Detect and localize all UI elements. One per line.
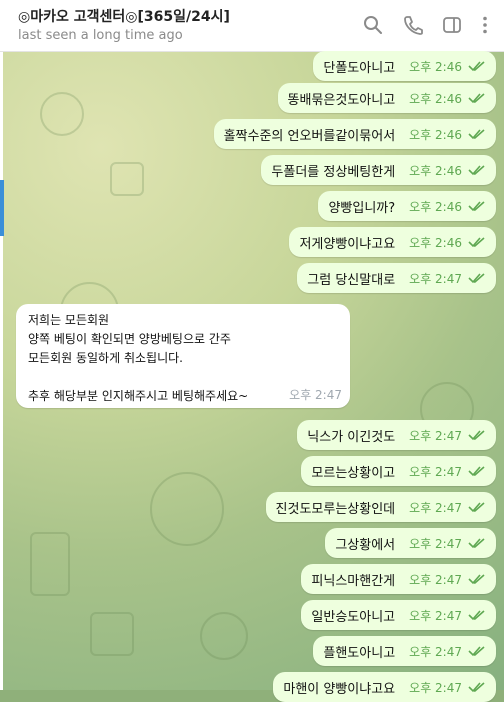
- message-time: 오후 2:47: [409, 644, 462, 659]
- double-check-icon: [468, 129, 485, 140]
- message-time: 오후 2:47: [409, 536, 462, 551]
- last-seen-status: last seen a long time ago: [18, 28, 183, 43]
- message-time: 오후 2:46: [409, 163, 462, 178]
- message-line: 모든회원 동일하게 취소됩니다.: [28, 351, 183, 365]
- message-text: 그럼 당신말대로: [307, 272, 396, 288]
- message-text: 플핸도아니고: [323, 645, 396, 661]
- phone-icon[interactable]: [402, 14, 424, 36]
- outgoing-message[interactable]: 마핸이 양빵이냐고요 오후 2:47: [273, 672, 496, 702]
- message-text: 피닉스마핸간게: [311, 573, 396, 589]
- outgoing-message[interactable]: 단폴도아니고 오후 2:46: [313, 51, 496, 81]
- message-text: 진것도모루는상황인데: [275, 501, 396, 517]
- double-check-icon: [468, 646, 485, 657]
- message-time: 오후 2:47: [409, 500, 462, 515]
- double-check-icon: [468, 502, 485, 513]
- chat-header: ◎마카오 고객센터◎[365일/24시] last seen a long ti…: [0, 0, 504, 52]
- double-check-icon: [468, 61, 485, 72]
- message-time: 오후 2:47: [409, 428, 462, 443]
- sidebar-toggle-icon[interactable]: [441, 14, 463, 36]
- message-line: 저희는 모든회원: [28, 313, 110, 327]
- double-check-icon: [468, 430, 485, 441]
- message-text: 두폴더를 정상베팅한게: [271, 164, 396, 180]
- message-time: 오후 2:46: [409, 59, 462, 74]
- chat-title[interactable]: ◎마카오 고객센터◎[365일/24시]: [18, 6, 230, 26]
- outgoing-message[interactable]: 그럼 당신말대로 오후 2:47: [297, 263, 496, 293]
- window-edge: [0, 52, 3, 690]
- message-line: 양쪽 베팅이 확인되면 양방베팅으로 간주: [28, 332, 231, 346]
- message-text: 양빵입니까?: [328, 200, 396, 216]
- outgoing-message[interactable]: 양빵입니까? 오후 2:46: [318, 191, 496, 221]
- outgoing-message[interactable]: 닉스가 이긴것도 오후 2:47: [297, 420, 496, 450]
- message-text: 똥배묶은것도아니고: [287, 92, 396, 108]
- outgoing-message[interactable]: 그상황에서 오후 2:47: [325, 528, 496, 558]
- outgoing-message[interactable]: 진것도모루는상황인데 오후 2:47: [265, 492, 496, 522]
- message-time: 오후 2:47: [409, 271, 462, 286]
- message-time: 오후 2:46: [409, 127, 462, 142]
- outgoing-message[interactable]: 홀짝수준의 언오버를같이묶어서 오후 2:46: [213, 119, 496, 149]
- double-check-icon: [468, 273, 485, 284]
- message-time: 오후 2:46: [409, 91, 462, 106]
- outgoing-message[interactable]: 모르는상황이고 오후 2:47: [301, 456, 496, 486]
- outgoing-message[interactable]: 플핸도아니고 오후 2:47: [313, 636, 496, 666]
- double-check-icon: [468, 93, 485, 104]
- outgoing-message[interactable]: 저게양빵이냐고요 오후 2:46: [289, 227, 496, 257]
- message-time: 오후 2:47: [409, 572, 462, 587]
- message-time: 오후 2:47: [289, 388, 342, 402]
- outgoing-message[interactable]: 두폴더를 정상베팅한게 오후 2:46: [261, 155, 496, 185]
- double-check-icon: [468, 237, 485, 248]
- message-time: 오후 2:47: [409, 464, 462, 479]
- double-check-icon: [468, 682, 485, 693]
- double-check-icon: [468, 538, 485, 549]
- double-check-icon: [468, 574, 485, 585]
- message-text: 모르는상황이고: [311, 465, 396, 481]
- outgoing-message[interactable]: 피닉스마핸간게 오후 2:47: [301, 564, 496, 594]
- message-text: 그상황에서: [335, 537, 396, 553]
- outgoing-message[interactable]: 일반승도아니고 오후 2:47: [301, 600, 496, 630]
- double-check-icon: [468, 201, 485, 212]
- message-time: 오후 2:46: [409, 199, 462, 214]
- double-check-icon: [468, 466, 485, 477]
- more-icon[interactable]: [474, 14, 496, 36]
- double-check-icon: [468, 165, 485, 176]
- message-text: 닉스가 이긴것도: [307, 429, 396, 445]
- message-text: 단폴도아니고: [323, 60, 396, 76]
- message-time: 오후 2:47: [409, 608, 462, 623]
- message-text: 마핸이 양빵이냐고요: [283, 681, 396, 697]
- incoming-message[interactable]: 저희는 모든회원 양쪽 베팅이 확인되면 양방베팅으로 간주 모든회원 동일하게…: [16, 304, 350, 408]
- message-line: [28, 368, 338, 387]
- active-indicator: [0, 180, 4, 236]
- outgoing-message[interactable]: 똥배묶은것도아니고 오후 2:46: [277, 83, 496, 113]
- message-time: 오후 2:46: [409, 235, 462, 250]
- message-text: 저게양빵이냐고요: [299, 236, 396, 252]
- message-text: 홀짝수준의 언오버를같이묶어서: [223, 128, 396, 144]
- search-icon[interactable]: [362, 14, 384, 36]
- double-check-icon: [468, 610, 485, 621]
- message-text: 일반승도아니고: [311, 609, 396, 625]
- message-time: 오후 2:47: [409, 680, 462, 695]
